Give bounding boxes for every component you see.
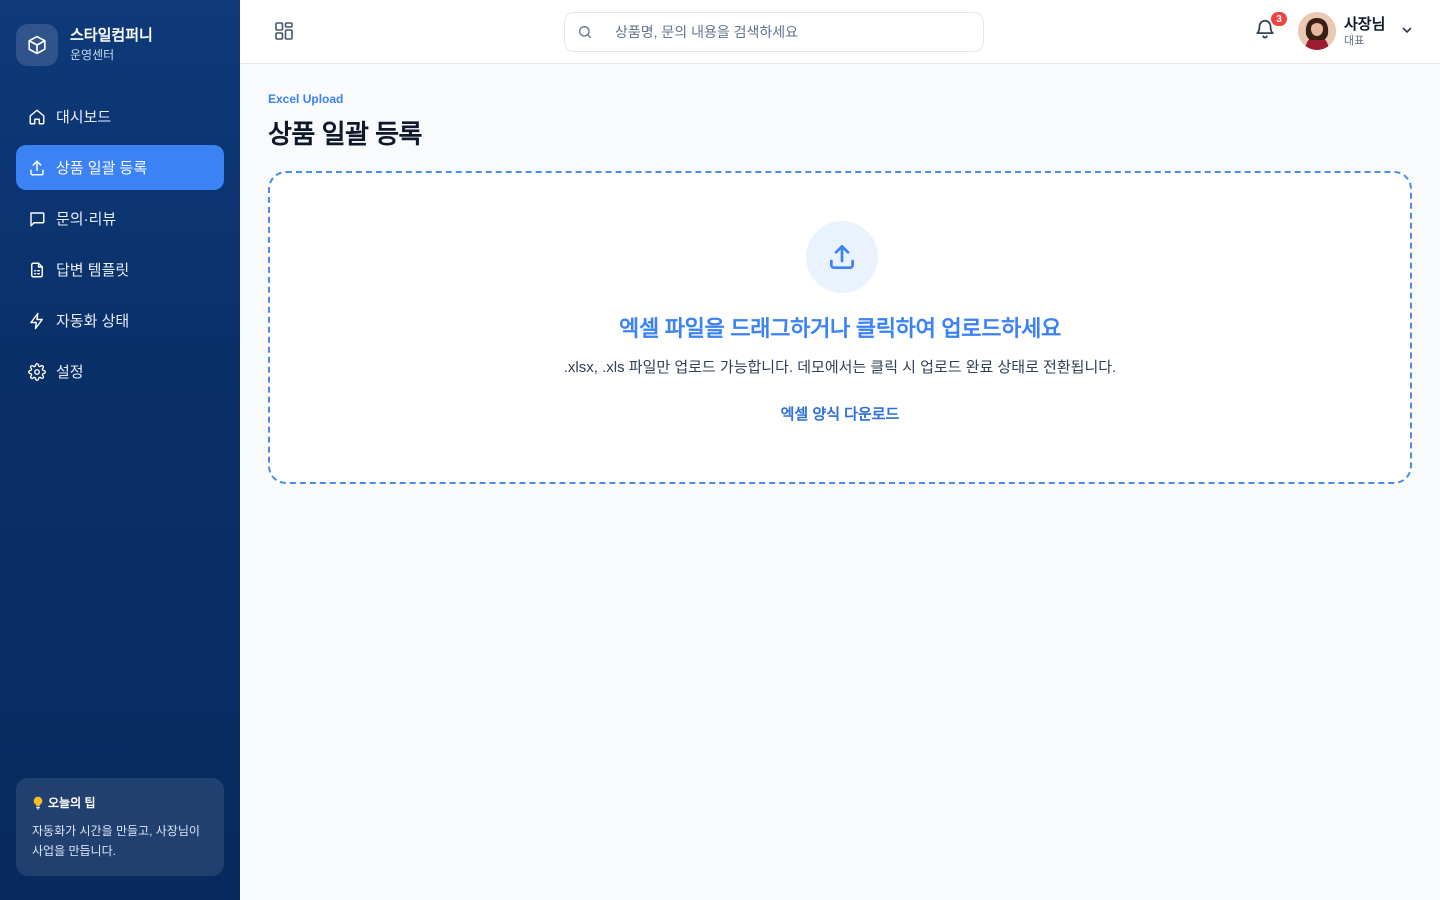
dropzone-description: .xlsx, .xls 파일만 업로드 가능합니다. 데모에서는 클릭 시 업로…: [563, 359, 1117, 376]
template-download-link[interactable]: 엑셀 양식 다운로드: [781, 406, 900, 423]
lightbulb-icon: [32, 796, 44, 810]
search-box: [564, 12, 984, 52]
sidebar: 스타일컴퍼니 운영센터 대시보드 상품 일괄 등록 문의·리뷰 답변 템플릿 자…: [0, 0, 240, 900]
brand-name: 스타일컴퍼니: [70, 27, 153, 44]
sidebar-item-bulk-upload[interactable]: 상품 일괄 등록: [16, 145, 224, 190]
sidebar-item-label: 답변 템플릿: [56, 262, 130, 279]
tip-card: 오늘의 팁 자동화가 시간을 만들고, 사장님이 사업을 만듭니다.: [16, 778, 224, 876]
brand-subtitle: 운영센터: [70, 48, 115, 62]
search-icon: [577, 24, 593, 45]
sidebar-item-label: 자동화 상태: [56, 313, 130, 330]
file-dropzone[interactable]: 엑셀 파일을 드래그하거나 클릭하여 업로드하세요 .xlsx, .xls 파일…: [268, 171, 1412, 484]
sidebar-item-label: 대시보드: [56, 109, 112, 126]
sidebar-item-automation-status[interactable]: 자동화 상태: [16, 298, 224, 343]
upload-icon: [28, 159, 46, 177]
user-name: 사장님: [1344, 16, 1386, 33]
sidebar-item-reply-templates[interactable]: 답변 템플릿: [16, 247, 224, 292]
top-header: 3 사장님 대표: [240, 0, 1440, 64]
sidebar-item-dashboard[interactable]: 대시보드: [16, 94, 224, 139]
tip-title: 오늘의 팁: [48, 796, 96, 810]
sidebar-item-inquiries-reviews[interactable]: 문의·리뷰: [16, 196, 224, 241]
user-menu[interactable]: 사장님 대표: [1298, 12, 1413, 50]
search-input[interactable]: [607, 13, 977, 51]
notification-badge: 3: [1270, 11, 1288, 27]
upload-icon: [806, 221, 878, 293]
sidebar-item-settings[interactable]: 설정: [16, 349, 224, 394]
sidebar-item-label: 상품 일괄 등록: [56, 160, 148, 177]
box-logo-icon: [16, 24, 58, 66]
chevron-down-icon: [1401, 23, 1413, 41]
home-icon: [28, 108, 46, 126]
apps-grid-icon[interactable]: [272, 19, 296, 43]
sidebar-item-label: 문의·리뷰: [56, 211, 117, 228]
sidebar-nav: 대시보드 상품 일괄 등록 문의·리뷰 답변 템플릿 자동화 상태 설정: [16, 94, 224, 400]
user-role: 대표: [1344, 35, 1365, 47]
sidebar-item-label: 설정: [56, 364, 84, 381]
gear-icon: [28, 362, 46, 381]
page-eyebrow: Excel Upload: [268, 92, 344, 106]
message-icon: [28, 210, 46, 228]
brand[interactable]: 스타일컴퍼니 운영센터: [16, 24, 153, 66]
lightning-icon: [28, 312, 46, 330]
page-title: 상품 일괄 등록: [268, 119, 422, 149]
dropzone-title: 엑셀 파일을 드래그하거나 클릭하여 업로드하세요: [619, 316, 1061, 341]
document-icon: [28, 261, 46, 279]
avatar: [1298, 12, 1336, 50]
tip-body: 자동화가 시간을 만들고, 사장님이 사업을 만듭니다.: [32, 824, 200, 858]
